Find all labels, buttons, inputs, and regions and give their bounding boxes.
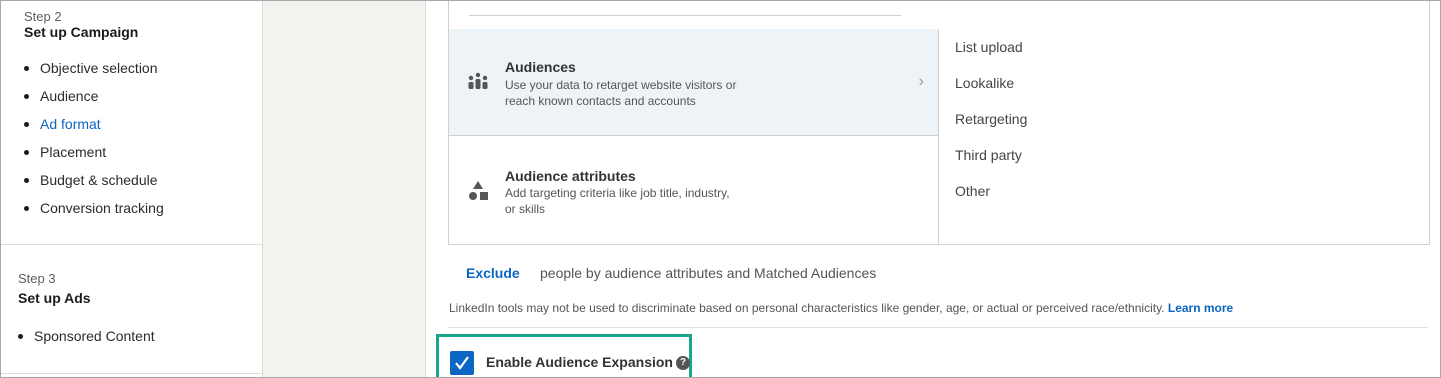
audience-expansion-checkbox[interactable]: [450, 351, 474, 375]
option-lookalike[interactable]: Lookalike: [955, 73, 1027, 109]
step3-list: Sponsored Content: [18, 322, 155, 350]
people-icon: [467, 71, 489, 93]
audiences-option[interactable]: Audiences Use your data to retarget webs…: [449, 29, 938, 136]
audience-attributes-desc: Add targeting criteria like job title, i…: [505, 186, 730, 216]
audience-expansion-highlight: Enable Audience Expansion ?: [436, 334, 692, 377]
exclude-description: people by audience attributes and Matche…: [540, 265, 877, 281]
step2-label: Step 2: [24, 9, 62, 24]
learn-more-link[interactable]: Learn more: [1168, 301, 1233, 315]
checkmark-icon: [455, 356, 469, 370]
divider: [469, 15, 901, 16]
option-list-upload[interactable]: List upload: [955, 37, 1027, 73]
audiences-title: Audiences: [505, 59, 576, 75]
gutter: [263, 1, 426, 377]
step3-label: Step 3: [18, 271, 56, 286]
audience-expansion-label[interactable]: Enable Audience Expansion: [486, 354, 673, 370]
help-icon[interactable]: ?: [676, 356, 690, 370]
option-third-party[interactable]: Third party: [955, 145, 1027, 181]
step2-title: Set up Campaign: [24, 24, 139, 40]
step3-title: Set up Ads: [18, 290, 91, 306]
divider: [448, 327, 1428, 328]
step-item-conversion[interactable]: Conversion tracking: [24, 194, 164, 222]
divider: [938, 29, 939, 244]
step-item-sponsored-content[interactable]: Sponsored Content: [18, 322, 155, 350]
step2-list: Objective selection Audience Ad format P…: [24, 54, 164, 222]
targeting-panel: Audiences Use your data to retarget webs…: [448, 1, 1430, 245]
shapes-icon: [467, 180, 489, 202]
step-item-placement[interactable]: Placement: [24, 138, 164, 166]
audience-type-list: List upload Lookalike Retargeting Third …: [955, 37, 1027, 217]
chevron-right-icon: ›: [918, 73, 924, 90]
notice-text: LinkedIn tools may not be used to discri…: [449, 301, 1165, 315]
main-content: Audiences Use your data to retarget webs…: [426, 1, 1440, 377]
steps-sidebar: Step 2 Set up Campaign Objective selecti…: [1, 1, 263, 377]
step-item-audience[interactable]: Audience: [24, 82, 164, 110]
audiences-desc: Use your data to retarget website visito…: [505, 78, 737, 108]
step-item-budget[interactable]: Budget & schedule: [24, 166, 164, 194]
window: Step 2 Set up Campaign Objective selecti…: [0, 0, 1441, 378]
step-item-objective[interactable]: Objective selection: [24, 54, 164, 82]
divider: [1, 244, 262, 245]
audience-attributes-title: Audience attributes: [505, 168, 636, 184]
audience-attributes-option[interactable]: Audience attributes Add targeting criter…: [449, 136, 938, 244]
option-retargeting[interactable]: Retargeting: [955, 109, 1027, 145]
step-item-ad-format[interactable]: Ad format: [24, 110, 164, 138]
option-other[interactable]: Other: [955, 181, 1027, 217]
discrimination-notice: LinkedIn tools may not be used to discri…: [449, 301, 1233, 315]
divider: [1, 373, 262, 374]
exclude-link[interactable]: Exclude: [466, 265, 520, 281]
